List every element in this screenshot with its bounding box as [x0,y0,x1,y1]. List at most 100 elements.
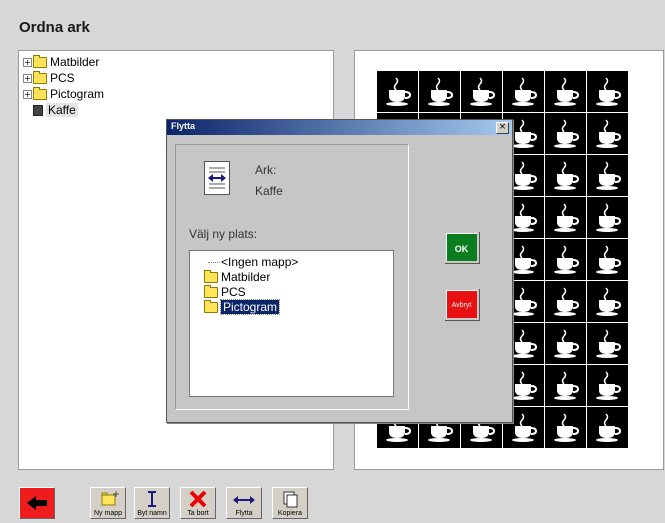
tree-item-label: Kaffe [46,103,78,117]
tree-item-pcs[interactable]: + PCS [23,70,75,86]
pictogram-tile [377,71,419,113]
rename-label: Byt namn [137,510,167,517]
delete-label: Ta bort [187,510,209,517]
location-item-matbilder[interactable]: Matbilder [204,270,270,285]
pictogram-tile [587,197,629,239]
dialog-title: Flytta [171,121,196,131]
move-label: Flytta [235,510,253,517]
delete-button[interactable]: Ta bort [180,487,216,519]
coffee-cup-icon [386,77,412,106]
expand-icon[interactable]: + [23,90,32,100]
location-item-pcs[interactable]: PCS [204,285,246,300]
sheet-lines-icon [208,167,226,189]
rename-button[interactable]: Byt namn [134,487,170,519]
location-list[interactable]: <Ingen mapp> Matbilder PCS Pictogram [189,250,394,397]
arrow-left-icon [27,496,47,510]
coffee-cup-icon [554,245,580,274]
pictogram-tile [545,323,587,365]
copy-label: Kopiera [277,510,303,517]
pictogram-tile [587,239,629,281]
coffee-cup-icon [512,245,538,274]
pictogram-tile [545,113,587,155]
expand-icon[interactable]: + [23,74,32,84]
pictogram-tile [503,71,545,113]
folder-icon [204,285,218,299]
new-folder-icon [101,491,119,506]
move-dialog: Flytta × Ark: Kaffe Välj ny plats: <Inge… [166,119,513,423]
pictogram-tile [587,281,629,323]
tree-item-pictogram[interactable]: + Pictogram [23,86,104,102]
copy-button[interactable]: Kopiera [272,487,308,519]
location-item-pictogram[interactable]: Pictogram [204,299,281,315]
move-arrows-icon [233,496,255,504]
pictogram-tile [587,113,629,155]
folder-icon [33,55,47,69]
coffee-cup-icon [554,329,580,358]
tree-item-kaffe[interactable]: Kaffe [23,102,78,118]
close-button[interactable]: × [496,122,509,134]
coffee-cup-icon [596,371,622,400]
location-label: <Ingen mapp> [221,255,299,269]
coffee-cup-icon [554,203,580,232]
coffee-cup-icon [596,119,622,148]
coffee-cup-icon [512,119,538,148]
text-cursor-icon [148,491,156,507]
coffee-cup-icon [596,161,622,190]
sheet-name: Kaffe [255,184,283,198]
coffee-cup-icon [512,413,538,442]
pictogram-tile [461,71,503,113]
pictogram-tile [545,71,587,113]
coffee-cup-icon [554,119,580,148]
coffee-cup-icon [554,161,580,190]
pictogram-tile [587,323,629,365]
pictogram-tile [545,197,587,239]
coffee-cup-icon [596,77,622,106]
tree-item-label: Pictogram [50,87,105,101]
pictogram-tile [545,155,587,197]
pictogram-tile [587,155,629,197]
coffee-cup-icon [512,287,538,316]
folder-icon [33,71,47,85]
coffee-cup-icon [428,77,454,106]
pictogram-tile [545,239,587,281]
coffee-cup-icon [512,77,538,106]
coffee-cup-icon [470,77,496,106]
tree-item-label: Matbilder [50,55,100,69]
copy-icon [283,491,298,508]
delete-x-icon [189,490,207,508]
back-button[interactable] [19,487,55,519]
location-label: PCS [221,285,246,299]
location-item-none[interactable]: <Ingen mapp> [208,255,298,270]
new-folder-button[interactable]: Ny mapp [90,487,126,519]
new-location-prompt: Välj ny plats: [189,227,258,241]
coffee-cup-icon [554,77,580,106]
pictogram-tile [419,71,461,113]
move-button[interactable]: Flytta [226,487,262,519]
coffee-cup-icon [596,203,622,232]
coffee-cup-icon [596,413,622,442]
folder-icon [204,270,218,284]
coffee-cup-icon [554,413,580,442]
coffee-cup-icon [512,203,538,232]
pictogram-tile [545,407,587,449]
pictogram-tile [587,71,629,113]
location-label: Pictogram [219,299,281,315]
coffee-cup-icon [596,287,622,316]
tree-item-matbilder[interactable]: + Matbilder [23,54,99,70]
expand-icon[interactable]: + [23,58,32,68]
sheet-icon [33,105,43,117]
coffee-cup-icon [512,329,538,358]
dialog-titlebar[interactable]: Flytta × [167,120,512,135]
coffee-cup-icon [554,287,580,316]
tree-item-label: PCS [50,71,75,85]
ok-button[interactable]: OK [444,231,479,263]
open-folder-icon [204,300,218,314]
folder-icon [33,87,47,101]
sheet-type-label: Ark: [255,163,277,177]
location-label: Matbilder [221,270,271,284]
pictogram-tile [587,365,629,407]
cancel-button[interactable]: Avbryt [444,288,479,320]
app-title: Ordna ark [19,19,90,36]
coffee-cup-icon [596,245,622,274]
pictogram-tile [587,407,629,449]
